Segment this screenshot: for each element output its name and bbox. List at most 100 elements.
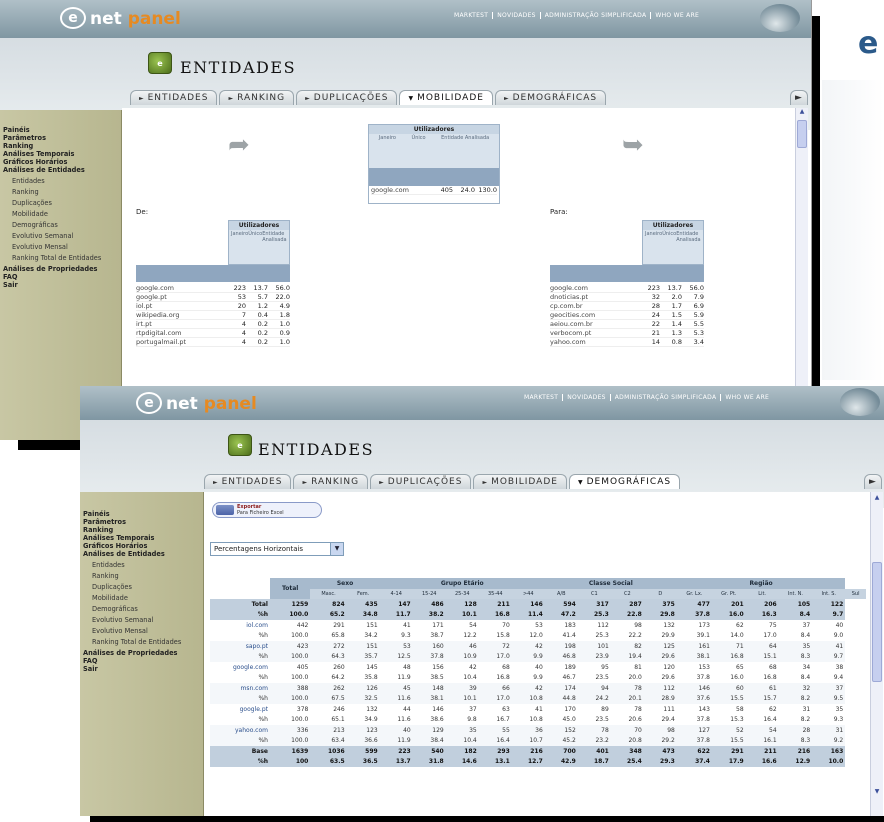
sidebar-item-graficos-horarios[interactable]: Gráficos Horários [0,158,121,166]
top-link[interactable]: WHO WE ARE [650,12,704,19]
demographics-scrollbar[interactable]: ▲ ▼ [870,492,883,816]
sidebar-sub-evolutivo-mensal[interactable]: Evolutivo Mensal [0,243,121,251]
entity-row[interactable]: google.com 223 13.7 56.0 [550,284,704,293]
top-bar: e net panel MARKTEST NOVIDADES ADMINISTRAÇ… [80,386,884,420]
tab-ranking[interactable]: ► RANKING [293,474,369,489]
entity-cell: 4.9 [279,302,290,310]
tab-entidades[interactable]: ► ENTIDADES [204,474,292,489]
tab-scroll-right[interactable]: ► [864,474,882,489]
entity-link[interactable]: iol.com [210,620,270,631]
export-excel-button[interactable]: Exportar Para Ficheiro Excel [212,502,322,518]
sidebar-sub-mobilidade[interactable]: Mobilidade [80,594,203,602]
sidebar-item-paineis[interactable]: Painéis [0,126,121,134]
scroll-up-icon[interactable]: ▲ [872,494,882,504]
entity-row[interactable]: cp.com.br 28 1.7 6.9 [550,302,704,311]
sidebar-sub-duplicacoes[interactable]: Duplicações [0,199,121,207]
sub-header: C2 [610,588,644,599]
sidebar-item-analises-propriedades[interactable]: Análises de Propriedades [0,265,121,273]
sidebar-sub-demograficas[interactable]: Demográficas [80,605,203,613]
scroll-down-icon[interactable]: ▼ [872,788,882,798]
entity-row[interactable]: irt.pt 4 0.2 1.0 [136,320,290,329]
entity-row[interactable]: dnoticias.pt 32 2.0 7.9 [550,293,704,302]
entity-link[interactable]: google.pt [210,704,270,715]
entity-link[interactable]: msn.com [210,683,270,694]
top-link[interactable]: MARKTEST [450,12,492,19]
sub-header: Masc. [310,588,347,599]
table-cell: 78 [634,705,642,713]
top-link[interactable]: MARKTEST [520,394,562,401]
tab-scroll-right[interactable]: ► [790,90,808,105]
sidebar-item-analises-temporais[interactable]: Análises Temporais [80,534,203,542]
sidebar-item-analises-entidades[interactable]: Análises de Entidades [80,550,203,558]
sidebar-sub-evolutivo-semanal[interactable]: Evolutivo Semanal [0,232,121,240]
center-table-row[interactable]: google.com 405 24.0 130.0 [369,186,499,195]
sidebar-item-sair[interactable]: Sair [0,281,121,289]
sidebar-sub-ranking[interactable]: Ranking [0,188,121,196]
sidebar-sub-ranking-total[interactable]: Ranking Total de Entidades [80,638,203,646]
entity-link[interactable]: google.com [210,662,270,673]
entity-link[interactable]: sapo.pt [210,641,270,652]
top-link[interactable]: NOVIDADES [562,394,610,401]
entity-row[interactable]: verbocom.pt 21 1.3 5.3 [550,329,704,338]
entity-row[interactable]: rtpdigital.com 4 0.2 0.9 [136,329,290,338]
sidebar-item-ranking[interactable]: Ranking [80,526,203,534]
sidebar-sub-demograficas[interactable]: Demográficas [0,221,121,229]
sidebar-sub-duplicacoes[interactable]: Duplicações [80,583,203,591]
sidebar-item-parametros[interactable]: Parâmetros [0,134,121,142]
entity-row[interactable]: google.pt 53 5.7 22.0 [136,293,290,302]
sidebar-item-graficos-horarios[interactable]: Gráficos Horários [80,542,203,550]
sidebar-item-faq[interactable]: FAQ [80,657,203,665]
entity-row[interactable]: google.com 223 13.7 56.0 [136,284,290,293]
table-cell: 622 [676,746,712,757]
center-table-cols: Janeiro Único Entidade Analisada [369,134,499,168]
tab-mobilidade[interactable]: ▼ MOBILIDADE [399,90,493,105]
percentage-mode-select[interactable]: Percentagens Horizontais ▼ [210,542,344,556]
sidebar-item-faq[interactable]: FAQ [0,273,121,281]
entity-link[interactable]: yahoo.com [210,725,270,736]
entity-row[interactable]: yahoo.com 14 0.8 3.4 [550,338,704,347]
top-link[interactable]: NOVIDADES [492,12,540,19]
sidebar-item-parametros[interactable]: Parâmetros [80,518,203,526]
tab-entidades[interactable]: ► ENTIDADES [130,90,218,105]
tab-ranking[interactable]: ► RANKING [219,90,295,105]
chevron-down-icon[interactable]: ▼ [330,543,343,555]
mobility-scrollbar[interactable]: ▲ [795,108,808,390]
sidebar-item-analises-propriedades[interactable]: Análises de Propriedades [80,649,203,657]
sidebar-item-analises-entidades[interactable]: Análises de Entidades [0,166,121,174]
sidebar-sub-evolutivo-mensal[interactable]: Evolutivo Mensal [80,627,203,635]
entity-row[interactable]: iol.pt 20 1.2 4.9 [136,302,290,311]
sidebar-item-analises-temporais[interactable]: Análises Temporais [0,150,121,158]
entity-cell: 6.9 [693,302,704,310]
group-header: Grupo Etário [379,578,545,589]
sidebar-sub-ranking[interactable]: Ranking [80,572,203,580]
entity-row[interactable]: aeiou.com.br 22 1.4 5.5 [550,320,704,329]
scroll-thumb[interactable] [797,120,807,148]
entity-cell: 32 [651,293,660,301]
sidebar-sub-evolutivo-semanal[interactable]: Evolutivo Semanal [80,616,203,624]
tab-demograficas[interactable]: ▼ DEMOGRÁFICAS [568,474,681,489]
sidebar-sub-ranking-total[interactable]: Ranking Total de Entidades [0,254,121,262]
entity-row[interactable]: portugalmail.pt 4 0.2 1.0 [136,338,290,347]
entity-row[interactable]: wikipedia.org 7 0.4 1.8 [136,311,290,320]
sidebar-sub-mobilidade[interactable]: Mobilidade [0,210,121,218]
sidebar-sub-entidades[interactable]: Entidades [80,561,203,569]
top-link[interactable]: WHO WE ARE [720,394,774,401]
tab-demograficas[interactable]: ► DEMOGRÁFICAS [494,90,607,105]
top-link[interactable]: ADMINISTRAÇÃO SIMPLIFICADA [609,394,721,401]
scroll-up-icon[interactable]: ▲ [797,108,807,118]
tab-duplicacoes[interactable]: ► DUPLICAÇÕES [296,90,398,105]
sidebar-item-ranking[interactable]: Ranking [0,142,121,150]
entity-cell: 7.9 [693,293,704,301]
tab-mobilidade[interactable]: ► MOBILIDADE [473,474,567,489]
table-cell: 46.8 [544,651,578,662]
sidebar-sub-entidades[interactable]: Entidades [0,177,121,185]
scroll-thumb[interactable] [872,562,882,682]
entity-row[interactable]: geocities.com 24 1.5 5.9 [550,311,704,320]
sidebar-item-paineis[interactable]: Painéis [80,510,203,518]
tab-duplicacoes[interactable]: ► DUPLICAÇÕES [370,474,472,489]
entity-cell: 1.4 [671,320,682,328]
sidebar-item-sair[interactable]: Sair [80,665,203,673]
table-cell: 148 [412,683,446,694]
top-link[interactable]: ADMINISTRAÇÃO SIMPLIFICADA [539,12,651,19]
table-cell: 287 [610,599,644,610]
